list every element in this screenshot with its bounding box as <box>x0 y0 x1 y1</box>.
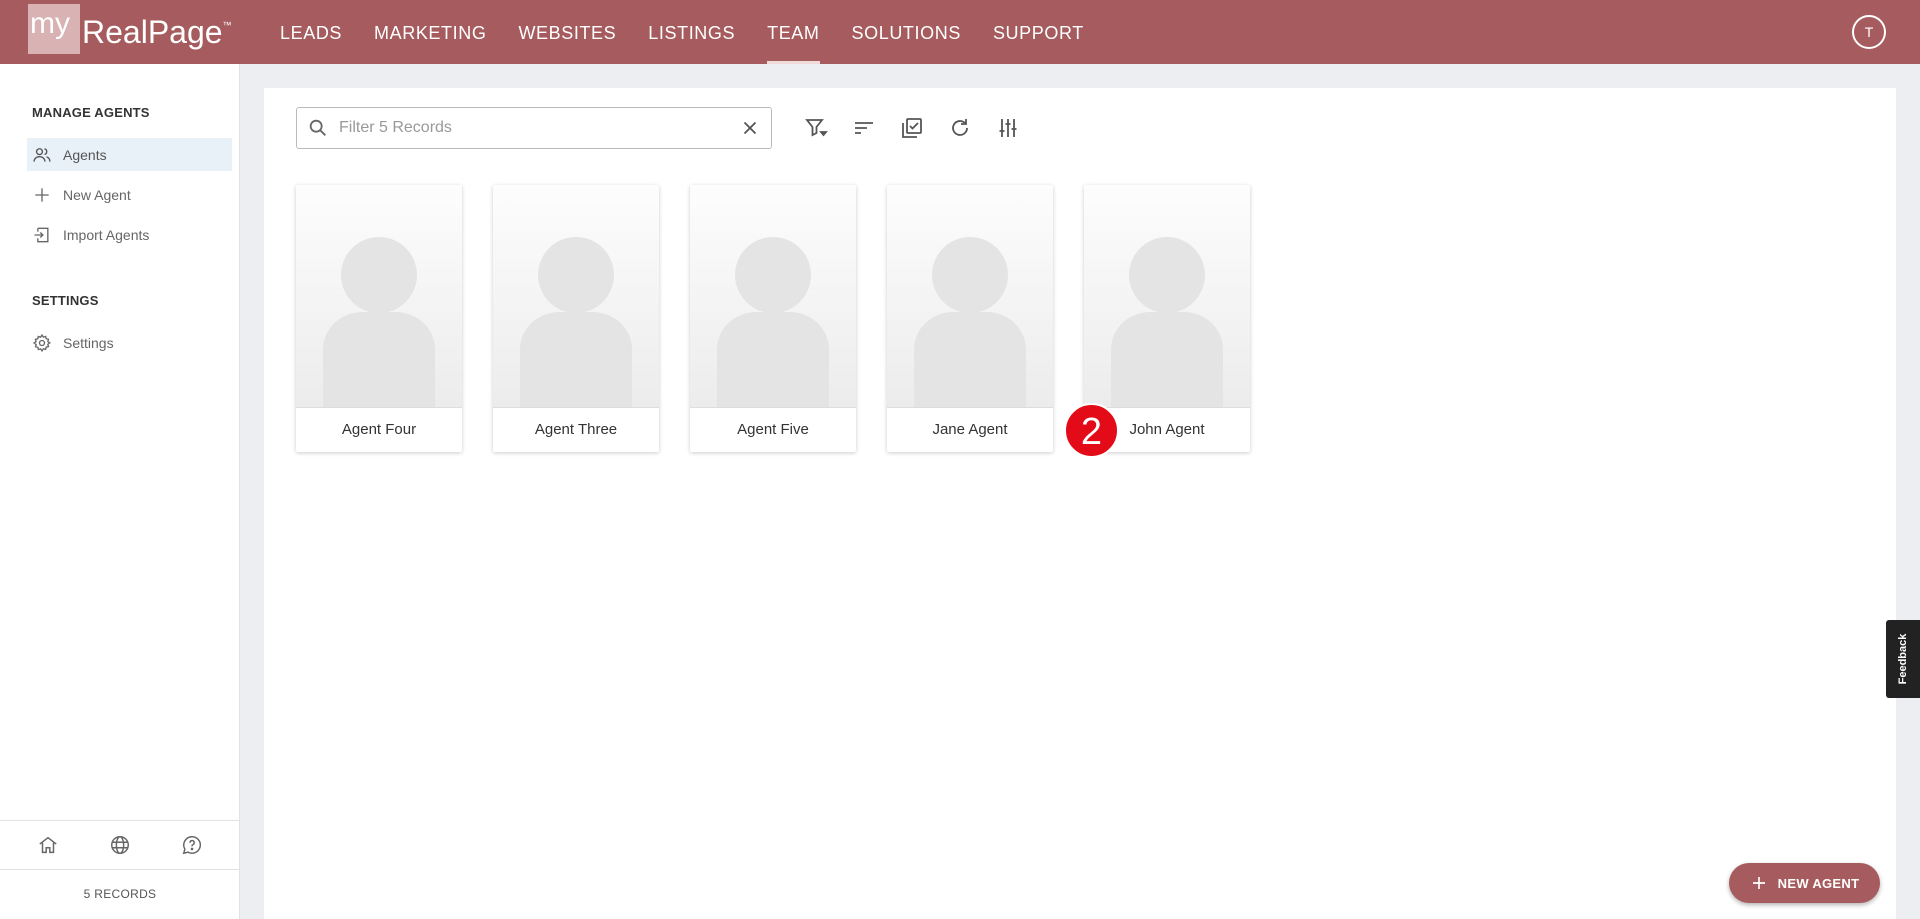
sidebar-item-label: Settings <box>63 334 114 351</box>
logo-name-text: RealPage <box>82 14 223 50</box>
agent-cards: Agent Four Agent Three Agent Five Jane A… <box>296 185 1281 452</box>
people-icon <box>33 147 51 162</box>
agent-name: Agent Three <box>534 421 618 438</box>
user-avatar[interactable]: T <box>1852 15 1886 49</box>
nav-marketing[interactable]: MARKETING <box>358 0 502 64</box>
nav-team[interactable]: TEAM <box>751 0 835 64</box>
nav-leads[interactable]: LEADS <box>264 0 358 64</box>
agent-card[interactable]: Agent Four <box>296 185 462 452</box>
person-placeholder-icon <box>914 237 1026 407</box>
main-nav: LEADS MARKETING WEBSITES LISTINGS TEAM S… <box>264 0 1100 64</box>
import-icon <box>34 227 49 242</box>
settings-heading: SETTINGS <box>32 293 99 308</box>
top-navigation-bar: my RealPage ™ LEADS MARKETING WEBSITES L… <box>0 0 1920 64</box>
gear-icon <box>32 333 52 352</box>
plus-icon <box>1752 877 1765 889</box>
sidebar-item-label: Agents <box>63 146 107 163</box>
plus-icon <box>35 187 49 202</box>
sidebar-item-settings[interactable]: Settings <box>27 326 232 359</box>
sidebar-footer-icons <box>0 821 240 870</box>
refresh-icon[interactable] <box>948 116 972 140</box>
search-box <box>296 107 772 149</box>
avatar-placeholder <box>887 185 1053 408</box>
select-all-icon[interactable] <box>900 116 924 140</box>
sidebar-item-agents[interactable]: Agents <box>27 138 232 171</box>
avatar-placeholder <box>296 185 462 408</box>
sidebar-item-new-agent[interactable]: New Agent <box>27 178 232 211</box>
sidebar: MANAGE AGENTS Agents New Agent Import Ag… <box>0 64 240 919</box>
avatar-placeholder <box>1084 185 1250 408</box>
home-icon[interactable] <box>37 834 59 856</box>
column-settings-icon[interactable] <box>996 116 1020 140</box>
main-panel: Agent Four Agent Three Agent Five <box>264 88 1896 919</box>
nav-support[interactable]: SUPPORT <box>977 0 1100 64</box>
sidebar-footer: 5 RECORDS <box>0 820 240 919</box>
help-chat-icon[interactable] <box>181 834 203 856</box>
filter-icon[interactable] <box>804 116 828 140</box>
feedback-label: Feedback <box>1897 633 1909 685</box>
agent-card[interactable]: Agent Five <box>690 185 856 452</box>
sidebar-item-import-agents[interactable]: Import Agents <box>27 218 232 251</box>
agent-name: Agent Four <box>341 421 417 438</box>
nav-listings[interactable]: LISTINGS <box>632 0 751 64</box>
avatar-placeholder <box>690 185 856 408</box>
step-number-badge: 2 <box>1064 403 1119 458</box>
sidebar-item-label: Import Agents <box>63 226 150 243</box>
nav-websites[interactable]: WEBSITES <box>502 0 632 64</box>
agent-card[interactable]: Agent Three <box>493 185 659 452</box>
person-placeholder-icon <box>1111 237 1223 407</box>
avatar-placeholder <box>493 185 659 408</box>
person-placeholder-icon <box>717 237 829 407</box>
sidebar-item-label: New Agent <box>63 186 131 203</box>
search-icon <box>309 119 326 136</box>
toolbar <box>804 116 1044 140</box>
new-agent-label: NEW AGENT <box>1777 875 1860 891</box>
logo-trademark: ™ <box>222 20 232 30</box>
new-agent-button[interactable]: NEW AGENT <box>1729 863 1880 903</box>
nav-solutions[interactable]: SOLUTIONS <box>836 0 977 64</box>
records-count: 5 RECORDS <box>83 887 157 901</box>
logo-my-text: my <box>28 4 80 54</box>
agent-card[interactable]: Jane Agent <box>887 185 1053 452</box>
agent-name: Jane Agent <box>932 421 1008 438</box>
agent-name: Agent Five <box>737 421 809 438</box>
feedback-tab[interactable]: Feedback <box>1886 620 1920 698</box>
person-placeholder-icon <box>520 237 632 407</box>
person-placeholder-icon <box>323 237 435 407</box>
sort-icon[interactable] <box>852 116 876 140</box>
myrealpage-logo[interactable]: my RealPage ™ <box>28 4 232 54</box>
manage-agents-heading: MANAGE AGENTS <box>32 105 150 120</box>
clear-search-icon[interactable] <box>739 117 761 139</box>
filter-records-input[interactable] <box>329 109 739 147</box>
globe-icon[interactable] <box>109 834 131 856</box>
